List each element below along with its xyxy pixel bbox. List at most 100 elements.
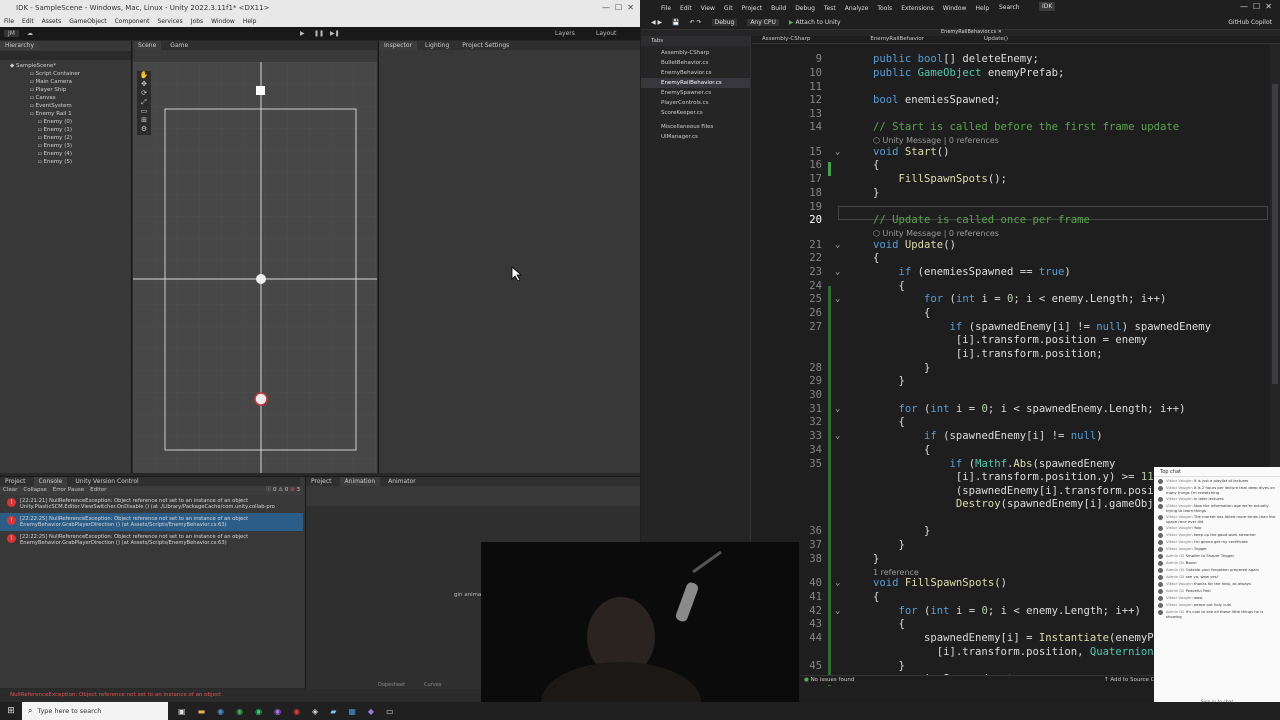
window-controls[interactable]: — ☐ ✕	[602, 0, 634, 16]
issues-indicator[interactable]: ● No issues found	[804, 677, 854, 683]
fold-chevron-icon[interactable]: ⌄	[835, 265, 840, 279]
chrome-icon[interactable]: ◉	[236, 707, 243, 716]
solution-item[interactable]: PlayerControls.cs	[641, 98, 750, 108]
fold-chevron-icon[interactable]: ⌄	[835, 604, 840, 618]
taskbar-search[interactable]: ⌕ Type here to search	[22, 702, 168, 720]
hierarchy-item[interactable]: ▫ Enemy (5)	[0, 158, 131, 166]
edge-icon[interactable]: ◉	[217, 707, 224, 716]
vs-menu-item[interactable]: Window	[943, 5, 967, 12]
console-entry[interactable]: ! [22:22:25] NullReferenceException: Obje…	[0, 513, 303, 531]
collapse-button[interactable]: Collapse	[23, 486, 46, 495]
breadcrumb-method[interactable]: Update()	[984, 36, 1008, 43]
menu-item[interactable]: Edit	[22, 16, 34, 27]
editor-dropdown[interactable]: Editor	[90, 486, 106, 495]
fold-chevron-icon[interactable]: ⌄	[835, 238, 840, 252]
copilot-button[interactable]: GitHub Copilot	[1228, 19, 1280, 26]
hierarchy-item[interactable]: ▫ Script Container	[0, 70, 131, 78]
tab-scene[interactable]: Scene	[133, 41, 162, 50]
vs-window-controls[interactable]: — ☐ ✕	[1240, 2, 1272, 11]
discord-icon[interactable]: ◉	[274, 707, 281, 716]
hierarchy-item[interactable]: ▫ Enemy (4)	[0, 150, 131, 158]
hierarchy-item[interactable]: ▫ EventSystem	[0, 102, 131, 110]
solution-item[interactable]: EnemySpawner.cs	[641, 88, 750, 98]
breadcrumb-project[interactable]: Assembly-CSharp	[762, 36, 810, 43]
error-pause-button[interactable]: Error Pause	[53, 486, 84, 495]
config-dropdown[interactable]: Debug	[711, 19, 738, 26]
chat-title[interactable]: Top chat	[1154, 467, 1280, 477]
scene-tools-palette[interactable]: ✋ ✥ ⟳ ⤢ ▭ ⊞ ⚙	[137, 71, 151, 135]
fold-chevron-icon[interactable]: ⌄	[835, 402, 840, 416]
terminal-icon[interactable]: ▭	[386, 707, 394, 716]
hierarchy-item[interactable]: ▫ Main Camera	[0, 78, 131, 86]
tab-project[interactable]: Project	[0, 477, 31, 486]
hierarchy-item[interactable]: ▫ Canvas	[0, 94, 131, 102]
solution-explorer-tab[interactable]: Tabs	[641, 36, 750, 46]
vs-menu-item[interactable]: Extensions	[901, 5, 934, 12]
menu-item[interactable]: File	[4, 16, 14, 27]
visual-studio-icon[interactable]: ◆	[368, 707, 374, 716]
attach-button[interactable]: ▶ Attach to Unity	[789, 19, 841, 26]
layout-dropdown[interactable]: Layout	[596, 30, 616, 37]
tab-animation[interactable]: Animation	[339, 477, 381, 486]
hierarchy-item[interactable]: ◆ SampleScene*	[0, 62, 131, 70]
vs-menu-item[interactable]: Tools	[877, 5, 892, 12]
calculator-icon[interactable]: ▦	[348, 707, 356, 716]
error-count[interactable]: ⓘ 0 ⚠ 0 ⊗ 3	[266, 486, 303, 495]
file-explorer-icon[interactable]: ▬	[198, 707, 206, 716]
solution-item[interactable]: Assembly-CSharp	[641, 48, 750, 58]
save-icon[interactable]: 💾	[672, 19, 679, 26]
scene-view[interactable]: Scene Game ✋ ✥ ⟳ ⤢ ▭ ⊞ ⚙	[133, 41, 377, 473]
notes-icon[interactable]: ▰	[330, 707, 336, 716]
solution-item[interactable]: Miscellaneous Files	[641, 122, 750, 132]
vs-menu-item[interactable]: Build	[771, 5, 786, 12]
platform-dropdown[interactable]: Any CPU	[747, 19, 779, 26]
hierarchy-item[interactable]: ▫ Enemy (0)	[0, 118, 131, 126]
vs-menu-item[interactable]: Debug	[795, 5, 815, 12]
menu-item[interactable]: Jobs	[191, 16, 203, 27]
menu-item[interactable]: GameObject	[69, 16, 106, 27]
vs-menu-item[interactable]: View	[701, 5, 715, 12]
solution-item[interactable]: EnemyRailBehavior.cs	[641, 78, 750, 88]
menu-item[interactable]: Window	[211, 16, 235, 27]
fold-chevron-icon[interactable]: ⌄	[835, 576, 840, 590]
obs-icon[interactable]: ◉	[293, 707, 300, 716]
hierarchy-item[interactable]: ▫ Enemy (2)	[0, 134, 131, 142]
cloud-icon[interactable]: ☁	[27, 30, 33, 37]
start-icon[interactable]: ⊞	[0, 706, 22, 716]
menu-item[interactable]: Component	[115, 16, 150, 27]
tab-project-settings[interactable]: Project Settings	[457, 41, 515, 50]
undo-icon[interactable]: ↶ ↷	[690, 19, 702, 26]
tab-animator[interactable]: Animator	[383, 477, 421, 486]
vs-menu-item[interactable]: Project	[742, 5, 763, 12]
hierarchy-item[interactable]: ▫ Enemy Rail 1	[0, 110, 131, 118]
curves-button[interactable]: Curves	[424, 682, 441, 688]
tab-version-control[interactable]: Unity Version Control	[70, 477, 144, 486]
tab-inspector[interactable]: Inspector	[379, 41, 417, 50]
tab-lighting[interactable]: Lighting	[420, 41, 455, 50]
play-button[interactable]: ▶	[300, 30, 305, 37]
menu-item[interactable]: Assets	[42, 16, 62, 27]
vs-menu-item[interactable]: Analyze	[845, 5, 869, 12]
vs-menu-item[interactable]: Test	[824, 5, 836, 12]
dopesheet-button[interactable]: Dopesheet	[378, 682, 405, 688]
unity-icon[interactable]: ◈	[312, 707, 318, 716]
account-button[interactable]: JM	[4, 30, 19, 37]
hierarchy-search[interactable]	[0, 51, 131, 60]
vs-menu-item[interactable]: File	[661, 5, 671, 12]
console-entry[interactable]: ! [22:21:21] NullReferenceException: Obje…	[0, 495, 303, 513]
hierarchy-item[interactable]: ▫ Enemy (3)	[0, 142, 131, 150]
vs-menu-item[interactable]: Help	[975, 5, 989, 12]
solution-item[interactable]: EnemyBehavior.cs	[641, 68, 750, 78]
source-control-button[interactable]: ↑ Add to Source Co	[1104, 677, 1158, 683]
layers-dropdown[interactable]: Layers	[555, 30, 575, 37]
hierarchy-item[interactable]: ▫ Enemy (1)	[0, 126, 131, 134]
hierarchy-tab[interactable]: Hierarchy	[0, 41, 40, 50]
back-icon[interactable]: ◀ ▶	[651, 19, 662, 26]
task-view-icon[interactable]: ▣	[178, 707, 186, 716]
vs-menu-item[interactable]: Edit	[680, 5, 692, 12]
menu-item[interactable]: Services	[157, 16, 182, 27]
fold-chevron-icon[interactable]: ⌄	[835, 292, 840, 306]
vs-search[interactable]: Search	[999, 4, 1020, 11]
breadcrumb-class[interactable]: EnemyRailBehavior	[870, 36, 924, 43]
whatsapp-icon[interactable]: ◉	[255, 707, 262, 716]
